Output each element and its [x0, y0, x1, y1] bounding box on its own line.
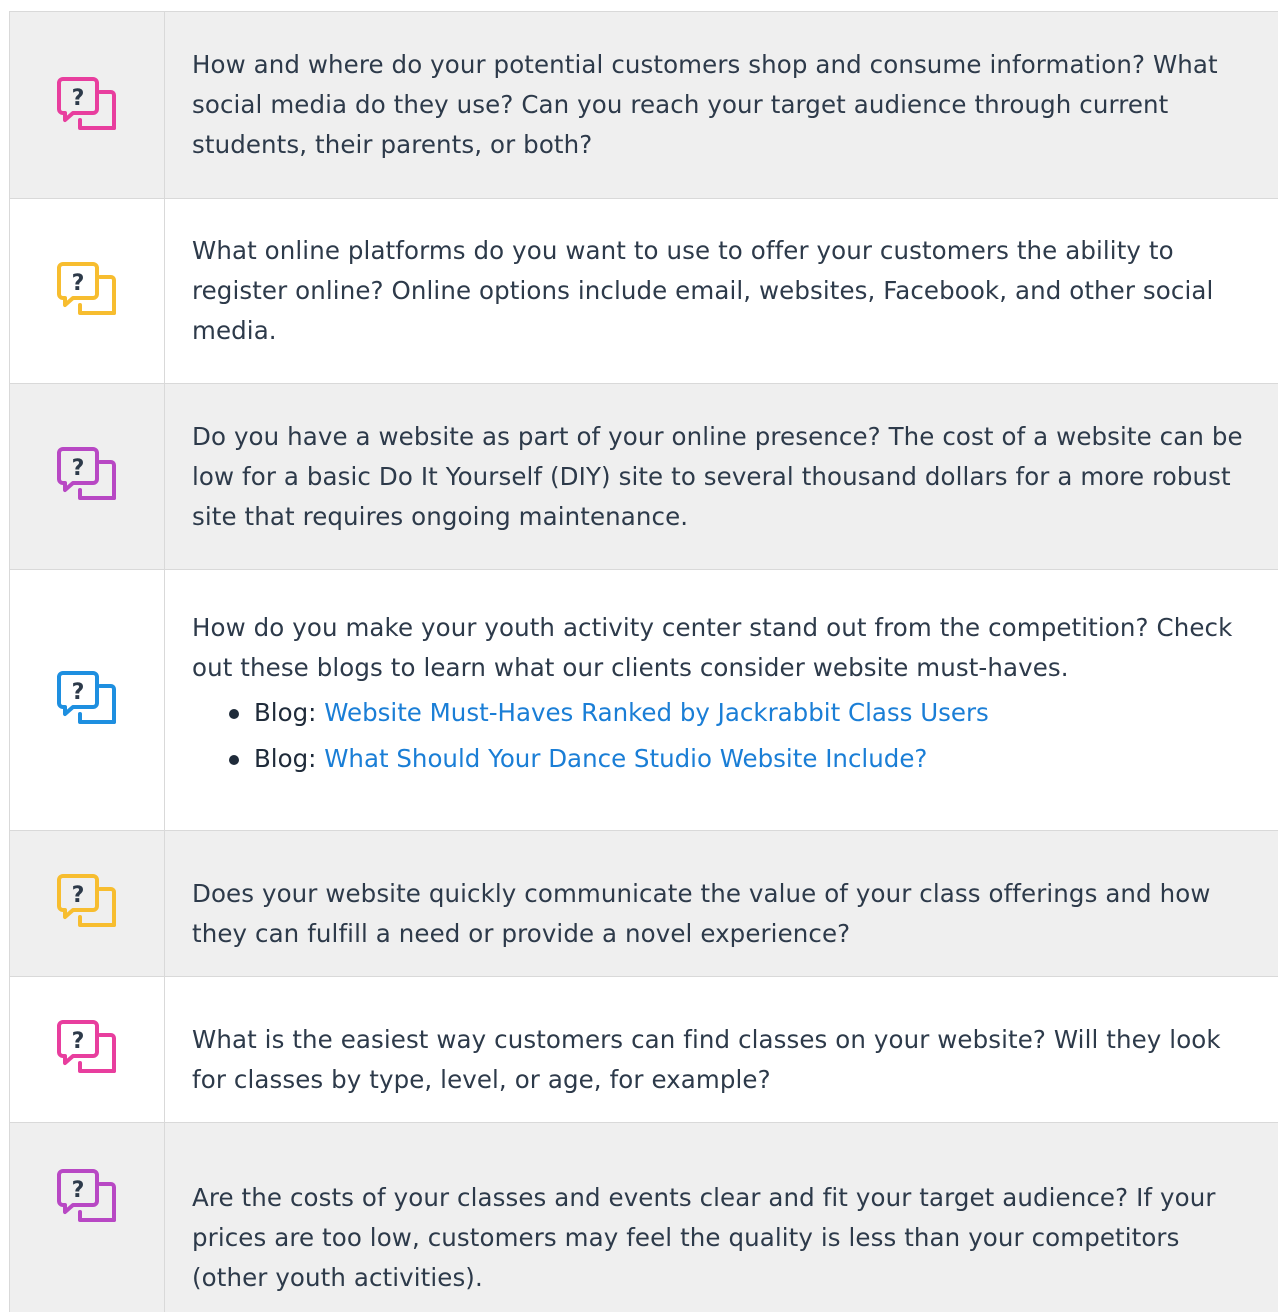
icon-cell: ? [10, 977, 165, 1122]
blog-separator: : [308, 698, 325, 727]
table-row: ? How and where do your potential custom… [9, 11, 1278, 198]
table-row: ? Does your website quickly communicate … [9, 830, 1278, 976]
table-row: ? Do you have a website as part of your … [9, 383, 1278, 569]
svg-text:?: ? [72, 1029, 85, 1054]
svg-text:?: ? [72, 271, 85, 296]
question-chat-icon: ? [56, 446, 118, 504]
icon-cell: ? [10, 570, 165, 830]
blog-prefix: Blog [254, 744, 309, 773]
blog-separator: : [308, 744, 325, 773]
svg-text:?: ? [72, 86, 85, 111]
icon-cell: ? [10, 1123, 165, 1312]
question-chat-icon: ? [56, 1019, 118, 1077]
icon-cell: ? [10, 199, 165, 383]
text-cell: How and where do your potential customer… [165, 12, 1278, 198]
list-item: Blog: What Should Your Dance Studio Webs… [229, 736, 1258, 782]
question-chat-icon: ? [56, 670, 118, 728]
text-cell: What online platforms do you want to use… [165, 199, 1278, 383]
table-row: ? What is the easiest way customers can … [9, 976, 1278, 1122]
question-text: How do you make your youth activity cent… [192, 613, 1233, 682]
question-chat-icon: ? [56, 1168, 118, 1226]
questions-table: ? How and where do your potential custom… [9, 11, 1278, 1312]
question-text: Are the costs of your classes and events… [192, 1183, 1216, 1292]
svg-text:?: ? [72, 456, 85, 481]
blog-link-website-must-haves[interactable]: Website Must-Haves Ranked by Jackrabbit … [324, 698, 989, 727]
table-row: ? Are the costs of your classes and even… [9, 1122, 1278, 1312]
text-cell: Are the costs of your classes and events… [165, 1123, 1278, 1312]
question-chat-icon: ? [56, 873, 118, 931]
table-row: ? How do you make your youth activity ce… [9, 569, 1278, 830]
svg-text:?: ? [72, 1178, 85, 1203]
question-text: What online platforms do you want to use… [192, 236, 1214, 345]
text-cell: How do you make your youth activity cent… [165, 570, 1278, 830]
question-chat-icon: ? [56, 76, 118, 134]
question-text: Does your website quickly communicate th… [192, 878, 1211, 948]
text-cell: Do you have a website as part of your on… [165, 384, 1278, 569]
question-text: How and where do your potential customer… [192, 50, 1218, 159]
blog-list: Blog: Website Must-Haves Ranked by Jackr… [192, 690, 1258, 782]
question-chat-icon: ? [56, 261, 118, 319]
blog-prefix: Blog [254, 698, 309, 727]
text-cell: What is the easiest way customers can fi… [165, 977, 1278, 1122]
icon-cell: ? [10, 831, 165, 976]
icon-cell: ? [10, 12, 165, 198]
list-item: Blog: Website Must-Haves Ranked by Jackr… [229, 690, 1258, 736]
table-row: ? What online platforms do you want to u… [9, 198, 1278, 383]
icon-cell: ? [10, 384, 165, 569]
question-text: What is the easiest way customers can fi… [192, 1024, 1221, 1094]
text-cell: Does your website quickly communicate th… [165, 831, 1278, 976]
question-text: Do you have a website as part of your on… [192, 421, 1243, 531]
svg-text:?: ? [72, 883, 85, 908]
blog-link-dance-studio-website[interactable]: What Should Your Dance Studio Website In… [324, 744, 927, 773]
svg-text:?: ? [72, 680, 85, 705]
